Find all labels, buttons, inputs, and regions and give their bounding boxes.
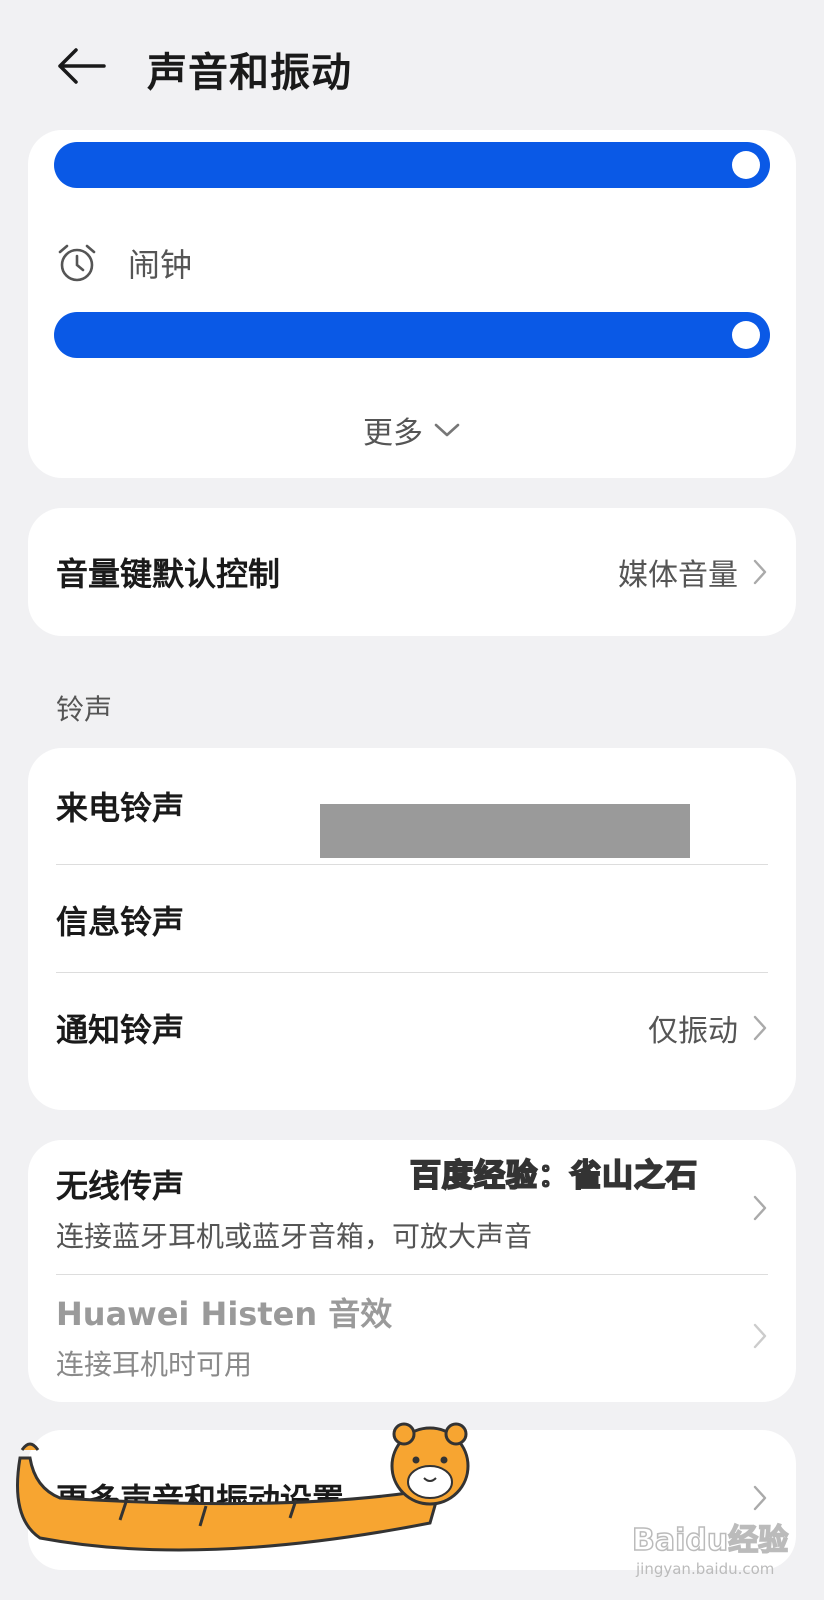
arrow-left-icon: [58, 48, 106, 84]
alarm-volume-row: 闹钟: [56, 238, 192, 288]
more-button[interactable]: 更多: [28, 408, 796, 452]
chevron-right-icon: [753, 1195, 767, 1221]
title-bar: 声音和振动: [0, 0, 824, 130]
alarm-label: 闹钟: [128, 246, 193, 284]
watermark-text: 百度经验：雀山之石: [409, 1157, 698, 1195]
row-title: 更多声音和振动设置: [56, 1481, 345, 1519]
baidu-logo: Baidu经验: [631, 1522, 789, 1559]
message-ringtone-row[interactable]: 信息铃声: [56, 890, 768, 950]
ringtone-card: 来电铃声 信息铃声 通知铃声 仅振动: [28, 748, 796, 1110]
volume-key-card: 音量键默认控制 媒体音量: [28, 508, 796, 636]
notification-ringtone-row[interactable]: 通知铃声 仅振动: [56, 998, 768, 1058]
row-subtitle: 连接蓝牙耳机或蓝牙音箱，可放大声音: [56, 1220, 533, 1253]
redaction-block: [320, 804, 690, 858]
row-title: Huawei Histen 音效: [56, 1295, 393, 1333]
baidu-url: jingyan.baidu.com: [636, 1560, 775, 1578]
row-title: 通知铃声: [56, 1011, 185, 1049]
page-title: 声音和振动: [147, 50, 352, 96]
row-subtitle: 连接耳机时可用: [56, 1348, 253, 1381]
row-value: 仅振动: [648, 1014, 738, 1049]
slider-knob[interactable]: [732, 321, 760, 349]
volume-card: 闹钟 更多: [28, 130, 796, 478]
volume-key-value: 媒体音量: [618, 558, 738, 593]
slider-knob[interactable]: [732, 151, 760, 179]
volume-key-row[interactable]: 音量键默认控制 媒体音量: [56, 542, 768, 602]
ringtone-section-label: 铃声: [56, 693, 113, 726]
chevron-right-icon: [753, 559, 767, 585]
chevron-right-icon: [753, 1323, 767, 1349]
divider: [56, 1274, 768, 1275]
more-label: 更多: [363, 416, 423, 451]
volume-key-title: 音量键默认控制: [56, 555, 281, 593]
divider: [56, 972, 768, 973]
chevron-right-icon: [753, 1015, 767, 1041]
media-volume-slider[interactable]: [54, 142, 770, 188]
alarm-volume-slider[interactable]: [54, 312, 770, 358]
divider: [56, 864, 768, 865]
back-button[interactable]: [54, 44, 108, 88]
chevron-down-icon: [434, 423, 460, 437]
row-title: 来电铃声: [56, 789, 185, 827]
histen-row: Huawei Histen 音效 连接耳机时可用: [56, 1288, 768, 1384]
row-title: 信息铃声: [56, 903, 185, 941]
chevron-right-icon: [753, 1485, 767, 1511]
alarm-clock-icon: [58, 244, 96, 282]
